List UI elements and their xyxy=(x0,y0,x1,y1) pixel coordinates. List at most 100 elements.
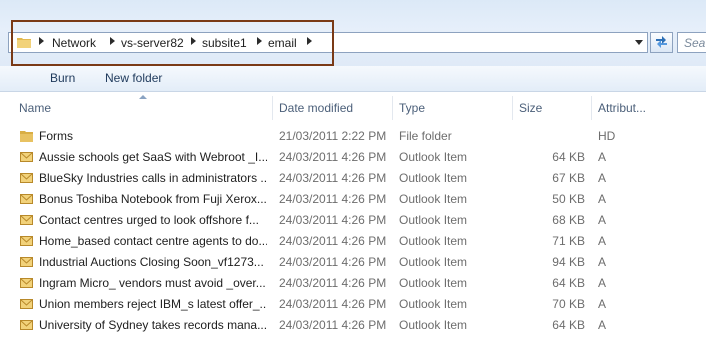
navigation-bar: Network vs-server82 subsite1 email Sea xyxy=(0,0,706,66)
folder-icon xyxy=(17,38,31,48)
folder-icon xyxy=(20,131,33,142)
breadcrumb-separator-icon[interactable] xyxy=(110,37,115,45)
file-date-modified: 24/03/2011 4:26 PM xyxy=(279,234,387,248)
file-row[interactable]: Aussie schools get SaaS with Webroot _I.… xyxy=(0,147,706,168)
file-size: 70 KB xyxy=(552,297,585,311)
file-type: Outlook Item xyxy=(399,276,468,290)
file-row[interactable]: Bonus Toshiba Notebook from Fuji Xerox..… xyxy=(0,189,706,210)
file-type: Outlook Item xyxy=(399,234,468,248)
file-attributes: A xyxy=(598,318,607,332)
breadcrumb-separator-icon[interactable] xyxy=(257,37,262,45)
breadcrumb-vs-server82[interactable]: vs-server82 xyxy=(121,36,184,50)
file-name: Contact centres urged to look offshore f… xyxy=(39,213,259,227)
breadcrumb-separator-icon[interactable] xyxy=(307,37,312,45)
file-type: Outlook Item xyxy=(399,150,468,164)
file-type: Outlook Item xyxy=(399,213,468,227)
file-name: University of Sydney takes records mana.… xyxy=(39,318,267,332)
file-date-modified: 24/03/2011 4:26 PM xyxy=(279,276,387,290)
breadcrumb-separator-icon[interactable] xyxy=(191,37,196,45)
file-name: Forms xyxy=(39,129,73,143)
breadcrumb-subsite1[interactable]: subsite1 xyxy=(202,36,247,50)
file-row[interactable]: Industrial Auctions Closing Soon_vf1273.… xyxy=(0,252,706,273)
file-date-modified: 24/03/2011 4:26 PM xyxy=(279,297,387,311)
file-date-modified: 24/03/2011 4:26 PM xyxy=(279,150,387,164)
mail-icon xyxy=(20,194,33,204)
file-attributes: A xyxy=(598,150,607,164)
file-size: 94 KB xyxy=(552,255,585,269)
file-size: 64 KB xyxy=(552,150,585,164)
burn-button[interactable]: Burn xyxy=(50,71,75,85)
file-type: Outlook Item xyxy=(399,255,468,269)
file-type: Outlook Item xyxy=(399,171,468,185)
file-row[interactable]: University of Sydney takes records mana.… xyxy=(0,315,706,336)
file-row[interactable]: Forms 21/03/2011 2:22 PM File folder HD xyxy=(0,126,706,147)
file-attributes: A xyxy=(598,276,607,290)
file-attributes: A xyxy=(598,297,607,311)
column-header-name[interactable]: Name xyxy=(19,101,51,115)
file-date-modified: 24/03/2011 4:26 PM xyxy=(279,255,387,269)
file-attributes: HD xyxy=(598,129,616,143)
file-name: Union members reject IBM_s latest offer_… xyxy=(39,297,267,311)
file-date-modified: 24/03/2011 4:26 PM xyxy=(279,318,387,332)
mail-icon xyxy=(20,278,33,288)
mail-icon xyxy=(20,152,33,162)
search-placeholder: Sea xyxy=(684,36,706,50)
file-attributes: A xyxy=(598,213,607,227)
file-date-modified: 24/03/2011 4:26 PM xyxy=(279,192,387,206)
refresh-button[interactable] xyxy=(650,32,673,53)
refresh-icon xyxy=(656,36,667,48)
file-row[interactable]: Union members reject IBM_s latest offer_… xyxy=(0,294,706,315)
file-name: Home_based contact centre agents to do..… xyxy=(39,234,267,248)
new-folder-button[interactable]: New folder xyxy=(105,71,162,85)
address-bar[interactable]: Network vs-server82 subsite1 email xyxy=(8,32,648,53)
file-name: Ingram Micro_ vendors must avoid _over..… xyxy=(39,276,266,290)
file-row[interactable]: Contact centres urged to look offshore f… xyxy=(0,210,706,231)
file-size: 68 KB xyxy=(552,213,585,227)
file-type: Outlook Item xyxy=(399,192,468,206)
column-divider[interactable] xyxy=(512,96,513,120)
sort-ascending-icon xyxy=(139,95,147,99)
column-divider[interactable] xyxy=(392,96,393,120)
file-date-modified: 21/03/2011 2:22 PM xyxy=(279,129,387,143)
file-list: Forms 21/03/2011 2:22 PM File folder HD Auss… xyxy=(0,126,706,336)
breadcrumb-network[interactable]: Network xyxy=(52,36,96,50)
file-attributes: A xyxy=(598,234,607,248)
mail-icon xyxy=(20,320,33,330)
file-name: Aussie schools get SaaS with Webroot _I.… xyxy=(39,150,267,164)
column-header-type[interactable]: Type xyxy=(399,101,425,115)
column-header-date-modified[interactable]: Date modified xyxy=(279,101,353,115)
column-divider[interactable] xyxy=(591,96,592,120)
mail-icon xyxy=(20,299,33,309)
file-name: BlueSky Industries calls in administrato… xyxy=(39,171,267,185)
mail-icon xyxy=(20,257,33,267)
file-attributes: A xyxy=(598,171,607,185)
mail-icon xyxy=(20,173,33,183)
column-header-size[interactable]: Size xyxy=(519,101,542,115)
file-row[interactable]: BlueSky Industries calls in administrato… xyxy=(0,168,706,189)
file-attributes: A xyxy=(598,192,607,206)
breadcrumb-separator-icon[interactable] xyxy=(39,37,44,45)
file-size: 64 KB xyxy=(552,276,585,290)
file-type: File folder xyxy=(399,129,452,143)
chevron-down-icon[interactable] xyxy=(635,40,643,45)
file-size: 71 KB xyxy=(552,234,585,248)
file-size: 64 KB xyxy=(552,318,585,332)
file-size: 67 KB xyxy=(552,171,585,185)
file-size: 50 KB xyxy=(552,192,585,206)
mail-icon xyxy=(20,215,33,225)
file-row[interactable]: Ingram Micro_ vendors must avoid _over..… xyxy=(0,273,706,294)
mail-icon xyxy=(20,236,33,246)
file-attributes: A xyxy=(598,255,607,269)
search-input[interactable]: Sea xyxy=(677,32,706,53)
column-headers: Name Date modified Type Size Attribut... xyxy=(0,92,706,122)
file-date-modified: 24/03/2011 4:26 PM xyxy=(279,171,387,185)
breadcrumb-email[interactable]: email xyxy=(268,36,297,50)
file-type: Outlook Item xyxy=(399,297,468,311)
file-type: Outlook Item xyxy=(399,318,468,332)
command-toolbar: Burn New folder xyxy=(0,66,706,92)
file-date-modified: 24/03/2011 4:26 PM xyxy=(279,213,387,227)
file-row[interactable]: Home_based contact centre agents to do..… xyxy=(0,231,706,252)
file-name: Bonus Toshiba Notebook from Fuji Xerox..… xyxy=(39,192,267,206)
column-header-attributes[interactable]: Attribut... xyxy=(598,101,646,115)
column-divider[interactable] xyxy=(272,96,273,120)
